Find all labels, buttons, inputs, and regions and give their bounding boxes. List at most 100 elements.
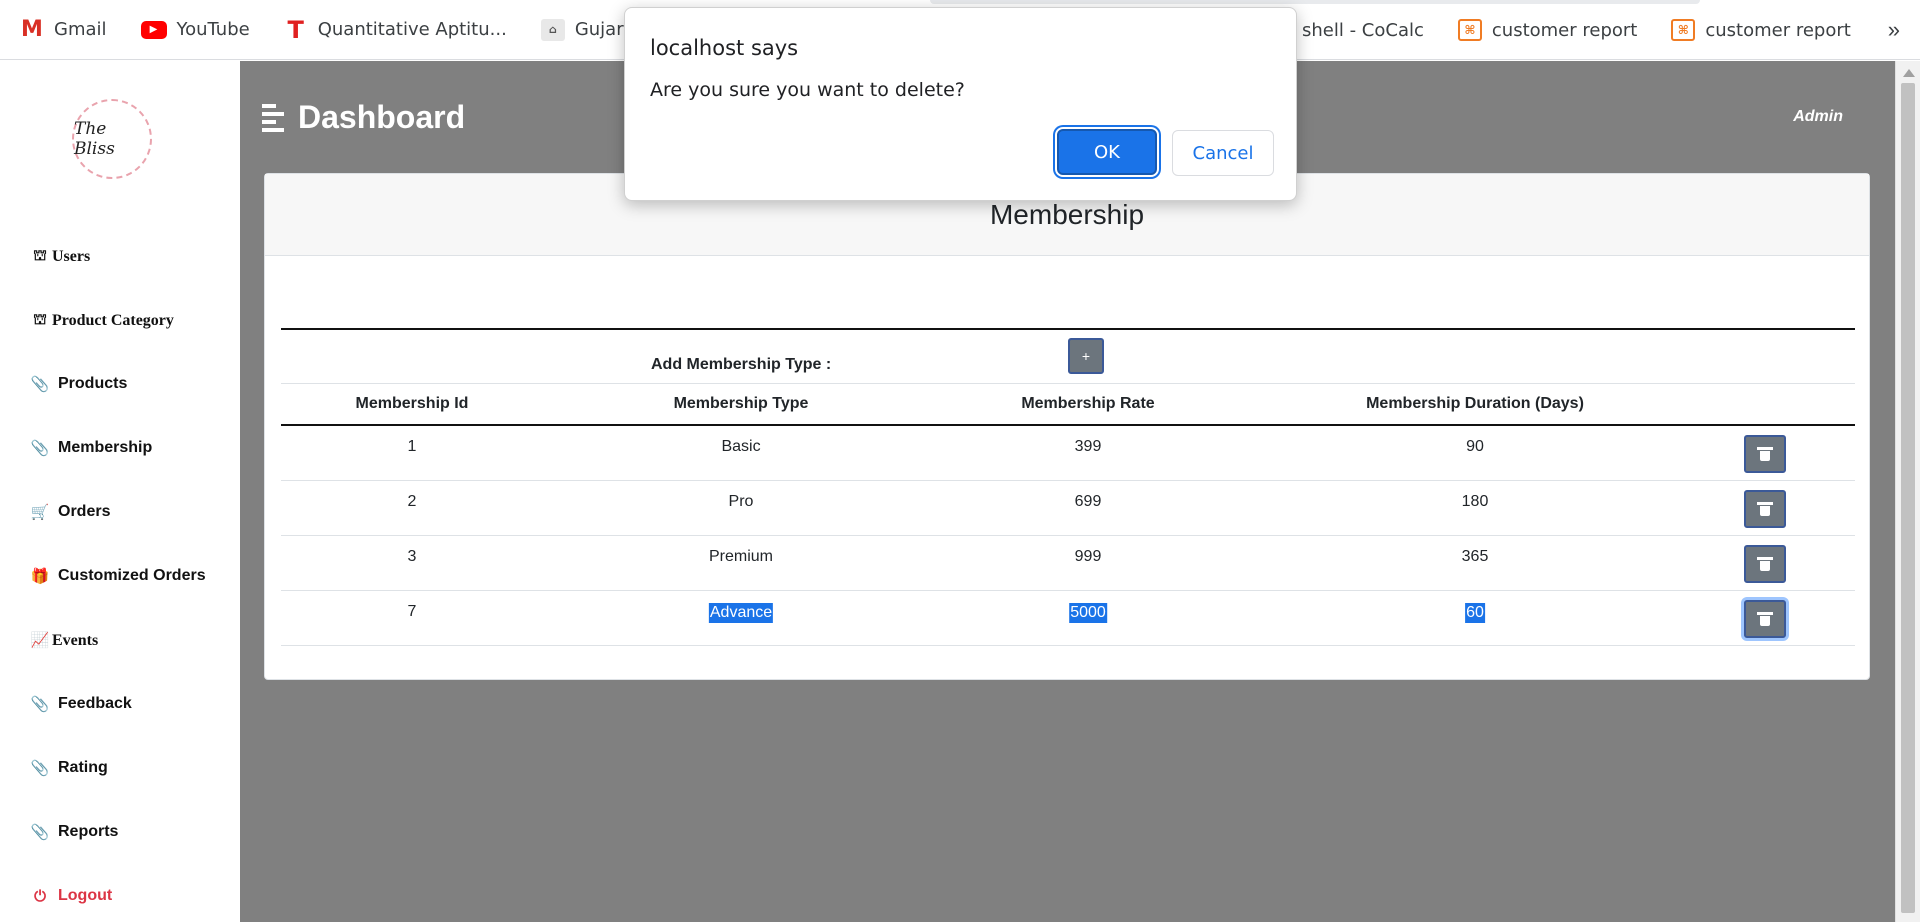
sidebar-item-reports[interactable]: 📎 Reports (30, 823, 119, 841)
cell-rate: 699 (1074, 493, 1102, 510)
table-row: 2 Pro 699 180 (281, 481, 1855, 536)
cell-rate: 5000 (1069, 603, 1107, 623)
delete-button[interactable] (1744, 600, 1786, 638)
user-label[interactable]: Admin (1793, 108, 1843, 126)
sidebar-item-label: Orders (58, 503, 111, 520)
paperclip-icon: 📎 (30, 696, 50, 713)
cell-rate: 999 (1074, 548, 1102, 565)
cell-id: 2 (407, 493, 417, 510)
cell-id: 3 (407, 548, 417, 565)
sidebar-item-label: Rating (58, 759, 108, 776)
bookmark-customer-report-1[interactable]: ⌘ customer report (1457, 19, 1638, 41)
sidebar-item-customized-orders[interactable]: 🎁 Customized Orders (30, 567, 206, 585)
page-title-text: Dashboard (298, 99, 466, 135)
sidebar-item-label: Reports (58, 823, 119, 840)
sidebar-item-label: Events (52, 631, 99, 649)
sidebar-item-label: Products (58, 375, 128, 392)
sidebar-item-label: Product Category (52, 311, 174, 329)
bookmark-label: customer report (1491, 19, 1638, 41)
sidebar-item-membership[interactable]: 📎 Membership (30, 439, 153, 457)
sidebar-item-label: Logout (58, 887, 113, 904)
add-row: Add Membership Type : + (281, 328, 1855, 384)
page-title: Dashboard (262, 99, 465, 136)
cell-duration: 60 (1465, 603, 1485, 623)
gmail-icon: M (21, 17, 43, 42)
dialog-message: Are you sure you want to delete? (650, 79, 965, 101)
bookmark-customer-report-2[interactable]: ⌘ customer report (1671, 19, 1851, 41)
bookmark-youtube[interactable]: ▶ YouTube (140, 19, 250, 40)
scroll-up-icon[interactable] (1903, 69, 1915, 77)
sidebar-item-label: Feedback (58, 695, 132, 712)
page-scrollbar[interactable] (1895, 61, 1920, 922)
trash-icon (1757, 557, 1773, 571)
xampp-icon: ⌘ (1457, 19, 1482, 41)
gift-icon: 🎁 (30, 568, 50, 585)
paperclip-icon: 📎 (30, 376, 50, 393)
cell-type: Basic (721, 438, 761, 455)
bookmark-cocalc[interactable]: shell - CoCalc (1302, 20, 1424, 41)
column-header: Membership Id (355, 395, 469, 412)
cell-id: 1 (407, 438, 417, 455)
paperclip-icon: 📎 (30, 824, 50, 841)
trash-icon (1757, 502, 1773, 516)
t-logo-icon: T (287, 15, 304, 44)
ok-button[interactable]: OK (1057, 129, 1157, 175)
membership-table: Add Membership Type : + Membership Id Me… (281, 328, 1855, 646)
table-row: 7 Advance 5000 60 (281, 591, 1855, 646)
membership-card: Membership Add Membership Type : + Membe… (264, 173, 1870, 680)
bookmark-label: customer report (1705, 19, 1851, 41)
confirm-dialog: localhost says Are you sure you want to … (624, 7, 1297, 201)
cancel-button[interactable]: Cancel (1172, 130, 1274, 176)
bookmark-label: YouTube (176, 19, 250, 40)
bookmark-label: shell - CoCalc (1302, 19, 1424, 41)
paperclip-icon: 📎 (30, 440, 50, 457)
cart-icon: 🛒 (30, 504, 50, 521)
brand-logo[interactable]: The Bliss (72, 99, 152, 179)
chart-line-icon: 📈 (30, 633, 50, 649)
power-icon: ⏻ (34, 887, 46, 905)
sidebar-item-users[interactable]: ⛫ Users (30, 247, 90, 266)
cell-duration: 180 (1461, 493, 1489, 510)
logo-text: The Bliss (74, 119, 115, 159)
paperclip-icon: 📎 (30, 760, 50, 777)
bookmark-label: Gmail (54, 19, 107, 40)
trash-icon (1757, 447, 1773, 461)
bookmark-quantitative[interactable]: T Quantitative Aptitu... (284, 15, 507, 44)
delete-button[interactable] (1744, 435, 1786, 473)
delete-button[interactable] (1744, 490, 1786, 528)
youtube-icon: ▶ (140, 20, 167, 39)
table-header: Membership Id Membership Type Membership… (281, 384, 1855, 426)
dialog-title: localhost says (650, 36, 799, 60)
sitemap-icon: ⛫ (33, 312, 47, 328)
cell-duration: 365 (1461, 548, 1489, 565)
add-membership-label: Add Membership Type : (651, 356, 832, 373)
table-row: 1 Basic 399 90 (281, 426, 1855, 481)
bookmark-label: Quantitative Aptitu... (317, 19, 507, 40)
scrollbar-thumb[interactable] (1901, 83, 1915, 913)
column-header: Membership Rate (1021, 395, 1155, 412)
sitemap-icon: ⛫ (33, 248, 47, 264)
delete-button[interactable] (1744, 545, 1786, 583)
xampp-icon: ⌘ (1671, 19, 1696, 41)
more-bookmarks-icon[interactable]: » (1888, 17, 1900, 43)
cell-duration: 90 (1466, 438, 1484, 455)
cell-rate: 399 (1074, 438, 1102, 455)
sidebar-item-label: Membership (58, 439, 153, 456)
cell-id: 7 (407, 603, 417, 620)
sidebar-item-feedback[interactable]: 📎 Feedback (30, 695, 132, 713)
menu-toggle-icon[interactable] (262, 103, 284, 132)
trash-icon (1757, 612, 1773, 626)
sidebar-item-label: Customized Orders (58, 567, 206, 584)
column-header: Membership Type (673, 395, 809, 412)
table-row: 3 Premium 999 365 (281, 536, 1855, 591)
sidebar-item-product-category[interactable]: ⛫ Product Category (30, 311, 174, 330)
add-membership-button[interactable]: + (1068, 338, 1104, 374)
cell-type: Premium (708, 548, 774, 565)
sidebar-item-rating[interactable]: 📎 Rating (30, 759, 108, 777)
column-header: Membership Duration (Days) (1366, 395, 1584, 412)
sidebar-item-orders[interactable]: 🛒 Orders (30, 503, 111, 521)
sidebar-item-products[interactable]: 📎 Products (30, 375, 128, 393)
bookmark-gmail[interactable]: M Gmail (20, 17, 107, 42)
sidebar-item-events[interactable]: 📈 Events (30, 631, 99, 650)
sidebar-item-logout[interactable]: ⏻ Logout (30, 887, 112, 905)
